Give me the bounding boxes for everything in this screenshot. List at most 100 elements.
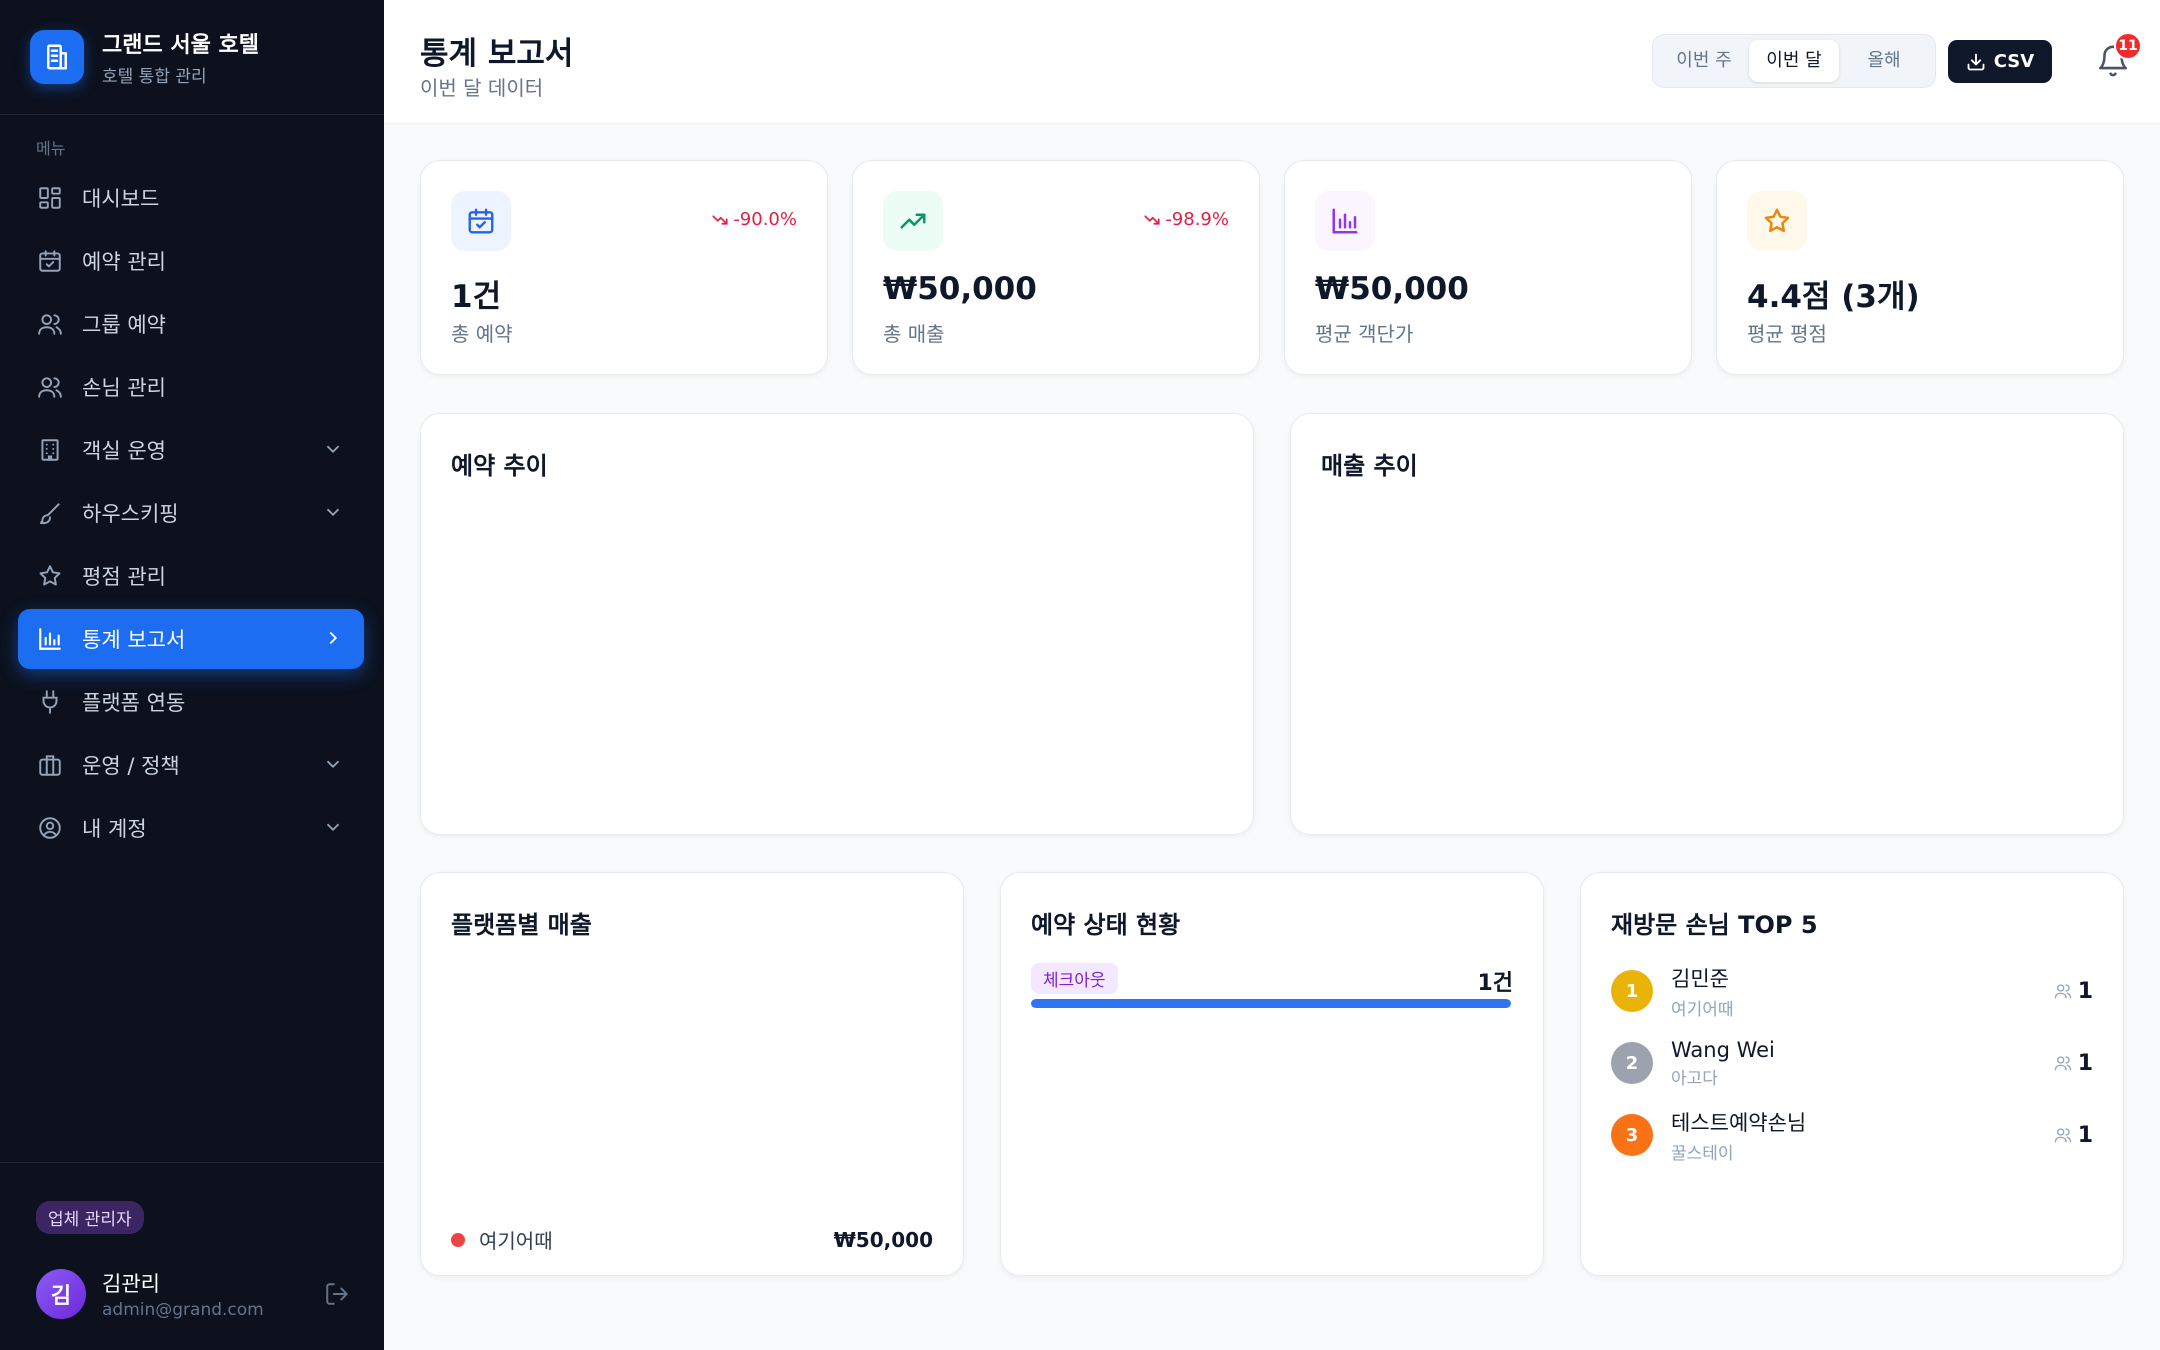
chevron-down-icon <box>326 760 340 769</box>
users-icon <box>36 310 64 338</box>
stat-label: 총 예약 <box>451 322 513 346</box>
revenue-trend-chart: 매출 추이 <box>1290 413 2124 835</box>
brand[interactable]: 그랜드 서울 호텔 호텔 통합 관리 <box>0 0 384 115</box>
sidebar-item-label: 하우스키핑 <box>82 502 179 526</box>
star-icon <box>36 562 64 590</box>
top-guests-card: 재방문 손님 TOP 5 1 김민준 여기어때 1 2 Wang Wei 아고다… <box>1580 872 2124 1276</box>
card-title: 매출 추이 <box>1321 452 1418 480</box>
users-icon <box>2054 1128 2071 1143</box>
rank-badge: 3 <box>1611 1114 1653 1156</box>
calendar-check-icon <box>36 247 64 275</box>
sidebar-item-label: 플랫폼 연동 <box>82 691 186 715</box>
sidebar-item-group-reservations[interactable]: 그룹 예약 <box>18 294 364 354</box>
guest-name: 테스트예약손님 <box>1671 1110 1807 1135</box>
rank-badge: 2 <box>1611 1042 1653 1084</box>
sidebar-item-reservations[interactable]: 예약 관리 <box>18 231 364 291</box>
sidebar-item-label: 예약 관리 <box>82 250 166 274</box>
users-icon <box>2054 984 2071 999</box>
sidebar: 그랜드 서울 호텔 호텔 통합 관리 메뉴 대시보드 예약 관리 그룹 예약 손… <box>0 0 384 1350</box>
card-title: 플랫폼별 매출 <box>451 911 592 939</box>
brand-subtitle: 호텔 통합 관리 <box>102 67 207 87</box>
logout-icon[interactable] <box>324 1281 350 1307</box>
reservation-status-card: 예약 상태 현황 체크아웃 1건 <box>1000 872 1544 1276</box>
sidebar-item-label: 그룹 예약 <box>82 313 166 337</box>
star-icon <box>1747 191 1807 251</box>
sidebar-item-label: 운영 / 정책 <box>82 754 180 778</box>
guest-source: 아고다 <box>1671 1068 1718 1089</box>
sidebar-item-statistics[interactable]: 통계 보고서 <box>18 609 364 669</box>
chevron-right-icon <box>329 631 338 645</box>
hotel-building-icon <box>30 30 84 84</box>
sidebar-item-housekeeping[interactable]: 하우스키핑 <box>18 483 364 543</box>
stat-label: 평균 객단가 <box>1315 322 1414 346</box>
sidebar-item-room-operations[interactable]: 객실 운영 <box>18 420 364 480</box>
platform-legend-item: 여기어때 ₩50,000 <box>451 1225 933 1254</box>
user-circle-icon <box>36 814 64 842</box>
role-badge: 업체 관리자 <box>36 1201 144 1234</box>
platform-name: 여기어때 <box>479 1229 553 1253</box>
legend-dot <box>451 1232 465 1247</box>
user-profile[interactable]: 김 김관리 admin@grand.com <box>36 1268 350 1320</box>
stat-change: -98.9% <box>1143 209 1229 230</box>
guest-source: 꿀스테이 <box>1671 1143 1734 1164</box>
trending-up-icon <box>883 191 943 251</box>
bar-chart-icon <box>1315 191 1375 251</box>
csv-export-button[interactable]: CSV <box>1948 40 2052 83</box>
guest-list-item[interactable]: 3 테스트예약손님 꿀스테이 1 <box>1611 1107 2093 1164</box>
stat-value: 4.4점 (3개) <box>1747 279 1920 315</box>
period-tab-month[interactable]: 이번 달 <box>1749 40 1839 82</box>
sidebar-item-platform-integration[interactable]: 플랫폼 연동 <box>18 672 364 732</box>
trending-down-icon <box>1144 214 1160 225</box>
sidebar-item-dashboard[interactable]: 대시보드 <box>18 168 364 228</box>
menu-section-label: 메뉴 <box>36 139 66 158</box>
plug-icon <box>36 688 64 716</box>
page-title: 통계 보고서 <box>420 36 574 72</box>
sidebar-item-guests[interactable]: 손님 관리 <box>18 357 364 417</box>
users-icon <box>36 373 64 401</box>
trending-down-icon <box>712 214 728 225</box>
platform-revenue-card: 플랫폼별 매출 여기어때 ₩50,000 <box>420 872 964 1276</box>
stat-value: ₩50,000 <box>883 271 1037 307</box>
guest-list-item[interactable]: 2 Wang Wei 아고다 1 <box>1611 1035 2093 1091</box>
sidebar-item-label: 손님 관리 <box>82 376 166 400</box>
notification-badge: 11 <box>2114 32 2142 60</box>
rank-badge: 1 <box>1611 970 1653 1012</box>
card-title: 예약 추이 <box>451 452 548 480</box>
page-header: 통계 보고서 이번 달 데이터 이번 주 이번 달 올해 CSV 11 <box>384 0 2160 124</box>
status-badge: 체크아웃 <box>1031 963 1118 994</box>
sidebar-nav: 대시보드 예약 관리 그룹 예약 손님 관리 객실 운영 하우스키핑 평점 관리 <box>18 168 364 861</box>
visit-count: 1 <box>2054 979 2093 1004</box>
bar-chart-icon <box>36 625 64 653</box>
csv-button-label: CSV <box>1993 51 2035 72</box>
avatar: 김 <box>36 1269 86 1319</box>
stat-card-avg-rate: ₩50,000 평균 객단가 <box>1284 160 1692 375</box>
status-progress-bar <box>1031 999 1511 1008</box>
sidebar-item-label: 객실 운영 <box>82 439 166 463</box>
briefcase-icon <box>36 751 64 779</box>
calendar-check-icon <box>451 191 511 251</box>
guest-name: 김민준 <box>1671 966 1729 991</box>
chevron-down-icon <box>326 445 340 454</box>
guest-source: 여기어때 <box>1671 999 1734 1020</box>
sidebar-item-operations-policy[interactable]: 운영 / 정책 <box>18 735 364 795</box>
guest-list-item[interactable]: 1 김민준 여기어때 1 <box>1611 963 2093 1020</box>
stat-card-total-revenue: -98.9% ₩50,000 총 매출 <box>852 160 1260 375</box>
period-tab-year[interactable]: 올해 <box>1839 40 1929 82</box>
sidebar-footer: 업체 관리자 김 김관리 admin@grand.com <box>0 1162 384 1350</box>
stat-card-total-reservations: -90.0% 1건 총 예약 <box>420 160 828 375</box>
sidebar-item-label: 통계 보고서 <box>82 628 186 652</box>
period-selector: 이번 주 이번 달 올해 <box>1652 34 1936 88</box>
sidebar-item-my-account[interactable]: 내 계정 <box>18 798 364 858</box>
stat-card-avg-rating: 4.4점 (3개) 평균 평점 <box>1716 160 2124 375</box>
card-title: 재방문 손님 TOP 5 <box>1611 911 1818 939</box>
period-tab-week[interactable]: 이번 주 <box>1659 40 1749 82</box>
sidebar-item-label: 내 계정 <box>82 817 147 841</box>
status-progress-fill <box>1031 999 1511 1008</box>
sidebar-item-label: 평점 관리 <box>82 565 166 589</box>
sidebar-item-reviews[interactable]: 평점 관리 <box>18 546 364 606</box>
users-icon <box>2054 1056 2071 1071</box>
stat-label: 평균 평점 <box>1747 322 1827 346</box>
brush-icon <box>36 499 64 527</box>
sidebar-item-label: 대시보드 <box>82 187 160 211</box>
visit-count: 1 <box>2054 1123 2093 1148</box>
